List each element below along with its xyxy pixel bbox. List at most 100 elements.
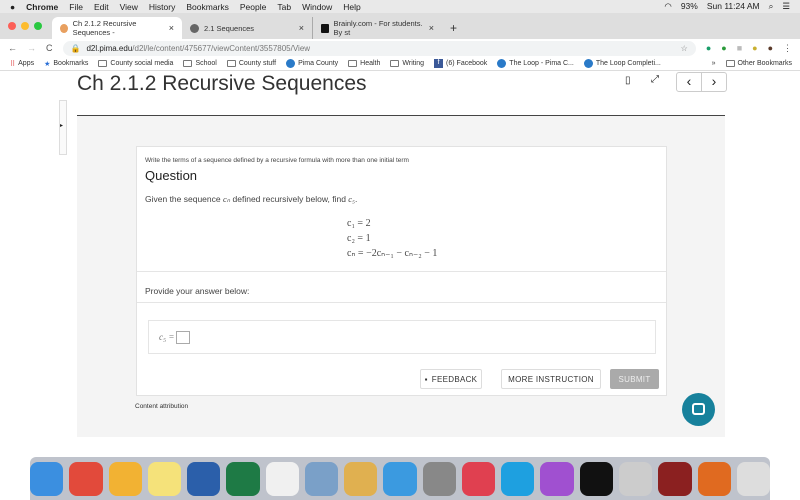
- menu-tab[interactable]: Tab: [277, 2, 291, 12]
- bookmark-facebook[interactable]: f (6) Facebook: [434, 59, 487, 68]
- more-instruction-button[interactable]: MORE INSTRUCTION: [501, 369, 601, 389]
- address-bar-row: ← → C 🔒 d2l.pima.edu/d2l/le/content/4756…: [0, 39, 800, 57]
- bookmark-label: Writing: [402, 60, 425, 67]
- dock-app-icon[interactable]: [29, 461, 64, 496]
- dock-app-icon[interactable]: [579, 461, 613, 496]
- dock-app-icon[interactable]: [265, 461, 299, 496]
- back-icon[interactable]: ←: [8, 43, 17, 53]
- dock-app-icon[interactable]: [226, 461, 260, 496]
- dock-app-icon[interactable]: [422, 461, 456, 496]
- answer-prompt: Provide your answer below:: [145, 286, 250, 296]
- reload-icon[interactable]: C: [46, 43, 53, 53]
- menu-edit[interactable]: Edit: [94, 2, 109, 12]
- list-icon[interactable]: ☰: [782, 1, 790, 12]
- extension-grammarly-icon[interactable]: ●: [706, 43, 711, 53]
- dock-app-icon[interactable]: [108, 461, 142, 496]
- bookmark-icon[interactable]: ▯: [625, 75, 631, 86]
- lock-icon: 🔒: [70, 43, 81, 53]
- answer-area: c₅ =: [148, 320, 656, 354]
- bookmark-pima-county[interactable]: Pima County: [286, 59, 338, 68]
- equation: cₙ = −2cₙ₋₁ − cₙ₋₂ − 1: [347, 248, 438, 259]
- close-window-button[interactable]: [8, 22, 16, 30]
- page-title: Ch 2.1.2 Recursive Sequences: [77, 72, 367, 95]
- bookmark-writing[interactable]: Writing: [390, 60, 424, 67]
- dock-app-icon[interactable]: [501, 461, 535, 496]
- bookmark-other-bookmarks[interactable]: Other Bookmarks: [725, 60, 792, 67]
- menu-history[interactable]: History: [149, 2, 175, 12]
- tab-brainly[interactable]: Brainly.com - For students. By st ×: [312, 17, 442, 39]
- dock-app-icon[interactable]: [540, 461, 574, 496]
- submit-button[interactable]: SUBMIT: [610, 369, 659, 389]
- divider: [137, 271, 666, 272]
- fullscreen-icon[interactable]: ⤢: [651, 74, 659, 85]
- dock-app-icon[interactable]: [344, 461, 378, 496]
- tab-recursive-sequences[interactable]: Ch 2.1.2 Recursive Sequences - ×: [52, 17, 182, 39]
- close-tab-icon[interactable]: ×: [169, 23, 174, 33]
- star-icon: ★: [44, 60, 51, 68]
- tab-label: Ch 2.1.2 Recursive Sequences -: [72, 19, 137, 37]
- dock-app-icon[interactable]: [618, 461, 653, 496]
- bookmark-health[interactable]: Health: [348, 60, 380, 67]
- bookmark-the-loop-completion[interactable]: The Loop Completi...: [583, 59, 661, 68]
- menu-icon[interactable]: ⋮: [783, 43, 792, 54]
- globe-icon: [190, 23, 199, 33]
- new-tab-button[interactable]: +: [442, 17, 466, 39]
- bookmark-the-loop[interactable]: The Loop - Pima C...: [497, 59, 574, 68]
- tab-sequences[interactable]: 2.1 Sequences ×: [182, 17, 312, 39]
- battery-status[interactable]: 93%: [681, 1, 698, 12]
- dock-app-icon[interactable]: [697, 461, 731, 496]
- dock-app-icon[interactable]: [658, 461, 692, 496]
- menu-window[interactable]: Window: [302, 2, 332, 12]
- url-input[interactable]: 🔒 d2l.pima.edu/d2l/le/content/475677/vie…: [62, 40, 696, 56]
- menu-file[interactable]: File: [69, 2, 83, 12]
- menu-people[interactable]: People: [240, 2, 266, 12]
- topic-navigation: ‹ ›: [676, 72, 727, 92]
- dock-app-icon[interactable]: [69, 461, 103, 496]
- search-icon[interactable]: ⌕: [769, 1, 774, 12]
- previous-topic-button[interactable]: ‹: [677, 73, 702, 91]
- menu-view[interactable]: View: [120, 2, 138, 12]
- sidebar-toggle[interactable]: ▸: [59, 100, 67, 155]
- apple-icon[interactable]: ●: [10, 2, 15, 12]
- star-icon[interactable]: ☆: [681, 44, 688, 53]
- bookmark-label: The Loop - Pima C...: [509, 60, 574, 67]
- extension-evernote-icon[interactable]: ●: [721, 43, 726, 53]
- dock-app-icon[interactable]: [187, 461, 221, 496]
- dock-app-icon[interactable]: [304, 461, 339, 496]
- content-attribution-link[interactable]: Content attribution: [135, 403, 188, 410]
- close-tab-icon[interactable]: ×: [429, 23, 434, 33]
- tab-label: 2.1 Sequences: [204, 23, 255, 33]
- menu-help[interactable]: Help: [343, 2, 360, 12]
- bookmark-county-stuff[interactable]: County stuff: [226, 60, 276, 67]
- bookmark-county-social-media[interactable]: County social media: [98, 60, 173, 67]
- close-tab-icon[interactable]: ×: [299, 23, 304, 33]
- extension-icon[interactable]: ■: [737, 43, 742, 53]
- clock[interactable]: Sun 11:24 AM: [707, 1, 760, 12]
- chat-button[interactable]: [682, 393, 715, 426]
- next-topic-button[interactable]: ›: [702, 73, 726, 91]
- profile-avatar[interactable]: ●: [768, 43, 773, 53]
- tab-favicon: [60, 23, 68, 33]
- bookmark-school[interactable]: School: [183, 60, 217, 67]
- dock-app-icon[interactable]: [383, 461, 417, 496]
- dock-app-icon[interactable]: [461, 461, 496, 496]
- menu-bookmarks[interactable]: Bookmarks: [186, 2, 229, 12]
- bookmark-label: Bookmarks: [53, 60, 89, 67]
- answer-input[interactable]: [176, 330, 191, 344]
- menu-chrome[interactable]: Chrome: [26, 2, 58, 12]
- maximize-window-button[interactable]: [34, 22, 42, 30]
- forward-icon[interactable]: →: [27, 43, 36, 53]
- more-bookmarks-chevron-icon[interactable]: »: [712, 60, 716, 67]
- bookmark-label: Other Bookmarks: [737, 60, 792, 67]
- feedback-button[interactable]: ▪ FEEDBACK: [420, 369, 482, 389]
- bookmark-bookmarks[interactable]: ★ Bookmarks: [44, 60, 88, 68]
- dock-app-icon[interactable]: [736, 461, 771, 496]
- question-subtitle: Write the terms of a sequence defined by…: [145, 157, 409, 164]
- bookmark-apps[interactable]: ⠿ Apps: [10, 60, 34, 68]
- dock-app-icon[interactable]: [147, 461, 182, 496]
- minimize-window-button[interactable]: [21, 22, 29, 30]
- wifi-icon[interactable]: ◠: [664, 1, 671, 12]
- folder-icon: [348, 60, 358, 67]
- extension-icon[interactable]: ●: [752, 43, 757, 53]
- equation: c₁ = 2: [347, 218, 371, 229]
